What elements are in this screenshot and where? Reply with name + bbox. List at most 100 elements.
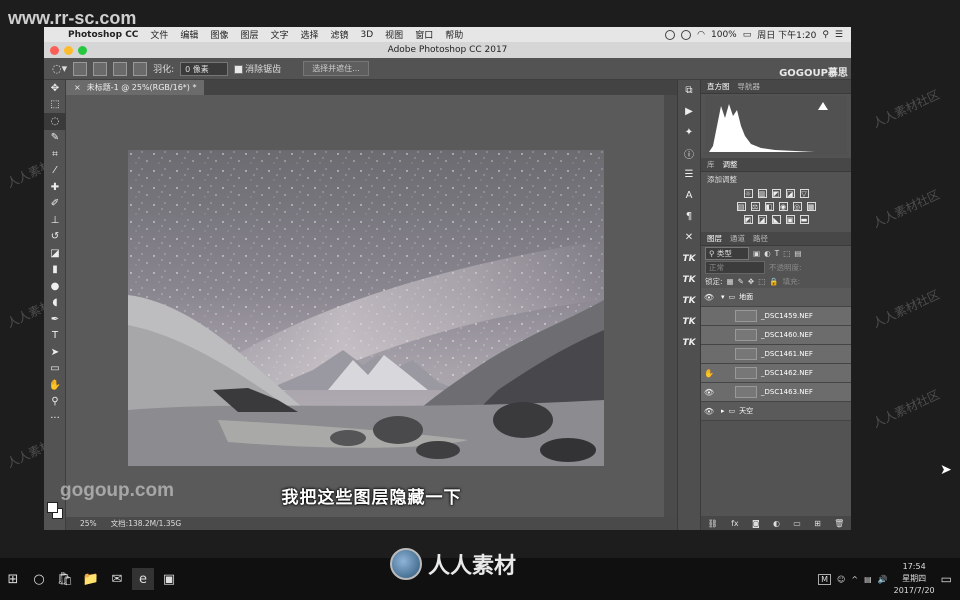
group-expand-chevron-icon[interactable]: ▾ (721, 293, 725, 301)
foreground-color-swatch[interactable] (47, 502, 58, 513)
layer-group-sky[interactable]: 👁 ▸ ▭ 天空 (701, 402, 851, 421)
menubar-clock[interactable]: 周日 下午1:20 (757, 28, 816, 41)
layer-kind-filter[interactable]: ⚲ 类型 (705, 246, 749, 260)
actions-panel-icon[interactable]: ▶ (678, 101, 700, 122)
cortana-icon[interactable]: ○ (28, 568, 50, 590)
menu-select[interactable]: 选择 (294, 28, 324, 41)
filter-smart-icon[interactable]: ▤ (794, 249, 801, 258)
menu-image[interactable]: 图像 (204, 28, 234, 41)
brush-tool-icon[interactable]: ✐ (44, 196, 66, 213)
tk-panel-5-icon[interactable]: TK (678, 332, 700, 353)
network-icon[interactable]: ▤ (864, 575, 872, 584)
quick-select-tool-icon[interactable]: ✎ (44, 130, 66, 147)
stamp-tool-icon[interactable]: ⊥ (44, 212, 66, 229)
posterize-icon[interactable]: ◪ (757, 215, 767, 224)
tab-navigator[interactable]: 导航器 (738, 81, 761, 92)
wifi-icon[interactable]: ◠ (697, 30, 705, 40)
filter-pixel-icon[interactable]: ▣ (753, 249, 760, 258)
eyedropper-tool-icon[interactable]: ⁄ (44, 163, 66, 180)
menu-window[interactable]: 窗口 (409, 28, 439, 41)
new-layer-icon[interactable]: ⊞ (814, 519, 821, 528)
record-icon[interactable] (665, 29, 676, 40)
layer-row[interactable]: _DSC1460.NEF (701, 326, 851, 345)
dodge-tool-icon[interactable]: ◖ (44, 295, 66, 312)
zoom-tool-icon[interactable]: ⚲ (44, 394, 66, 411)
tab-channels[interactable]: 通道 (730, 233, 745, 244)
gradient-map-icon[interactable]: ▬ (799, 215, 809, 224)
tab-adjustments[interactable]: 调整 (723, 159, 738, 170)
ime-indicator[interactable]: M (818, 573, 832, 585)
black-white-icon[interactable]: ◧ (764, 202, 774, 211)
info-panel-icon[interactable]: ⓘ (678, 143, 700, 164)
eye-status-icon[interactable] (681, 29, 692, 40)
lock-image-icon[interactable]: ✎ (738, 277, 744, 286)
lock-pixels-icon[interactable]: ▦ (727, 277, 734, 286)
vertical-scrollbar[interactable] (664, 95, 677, 517)
notification-center-icon[interactable]: ☰ (835, 30, 843, 40)
antialias-checkbox[interactable]: 消除锯齿 (234, 62, 281, 75)
tab-layers[interactable]: 图层 (707, 233, 722, 244)
store-icon[interactable]: 🛍 (54, 568, 76, 590)
select-and-mask-button[interactable]: 选择并遮住... (303, 61, 369, 76)
zoom-window-button[interactable] (78, 45, 87, 55)
file-explorer-icon[interactable]: 📁 (80, 568, 102, 590)
tk-panel-3-icon[interactable]: TK (678, 290, 700, 311)
shape-tool-icon[interactable]: ▭ (44, 361, 66, 378)
pen-tool-icon[interactable]: ✒ (44, 311, 66, 328)
spotlight-icon[interactable]: ⚲ (822, 30, 829, 40)
visibility-eye-icon[interactable]: 👁 (701, 407, 717, 416)
history-brush-icon[interactable]: ↺ (44, 229, 66, 246)
edge-browser-icon[interactable]: e (132, 568, 154, 590)
tk-panel-2-icon[interactable]: TK (678, 269, 700, 290)
tk-panel-4-icon[interactable]: TK (678, 311, 700, 332)
windows-start-icon[interactable]: ⊞ (2, 568, 24, 590)
layer-row[interactable]: _DSC1461.NEF (701, 345, 851, 364)
tab-paths[interactable]: 路径 (753, 233, 768, 244)
character-panel-icon[interactable]: A (678, 185, 700, 206)
photo-filter-icon[interactable]: ◉ (778, 202, 788, 211)
zoom-level[interactable]: 25% (80, 519, 97, 528)
tab-histogram[interactable]: 直方图 (707, 81, 730, 92)
menu-file[interactable]: 文件 (144, 28, 174, 41)
hand-tool-icon[interactable]: ✋ (44, 377, 66, 394)
volume-icon[interactable]: 🔊 (878, 575, 888, 584)
menu-layer[interactable]: 图层 (234, 28, 264, 41)
blur-tool-icon[interactable]: ● (44, 278, 66, 295)
canvas-photo[interactable] (128, 150, 604, 466)
minimize-window-button[interactable] (64, 45, 73, 55)
lasso-tool-icon[interactable]: ◌ (44, 113, 66, 130)
gradient-tool-icon[interactable]: ▮ (44, 262, 66, 279)
threshold-icon[interactable]: ◣ (771, 215, 781, 224)
history-panel-icon[interactable]: ⧉ (678, 80, 700, 101)
menu-filter[interactable]: 滤镜 (325, 28, 355, 41)
lasso-preset-icon[interactable]: ◌▾ (52, 62, 67, 75)
hue-saturation-icon[interactable]: ▤ (736, 202, 746, 211)
move-tool-icon[interactable]: ✥ (44, 80, 66, 97)
tray-app-icon[interactable]: ☺ (837, 575, 845, 584)
eraser-tool-icon[interactable]: ◪ (44, 245, 66, 262)
vibrance-icon[interactable]: ▽ (799, 189, 809, 198)
crop-tool-icon[interactable]: ⌗ (44, 146, 66, 163)
layer-group-ground[interactable]: 👁 ▾ ▭ 地面 (701, 288, 851, 307)
group-expand-chevron-icon[interactable]: ▸ (721, 407, 725, 415)
brush-panel-icon[interactable]: ✦ (678, 122, 700, 143)
menu-3d[interactable]: 3D (355, 30, 380, 40)
lock-position-icon[interactable]: ✥ (748, 277, 754, 286)
document-tab[interactable]: × 未标题-1 @ 25%(RGB/16*) * (66, 80, 206, 95)
paragraph-panel-icon[interactable]: ¶ (678, 206, 700, 227)
visibility-eye-icon[interactable]: 👁 (701, 293, 717, 302)
mail-icon[interactable]: ✉ (106, 568, 128, 590)
taskbar-clock[interactable]: 17:54 星期四 2017/7/20 (894, 561, 935, 597)
menu-type[interactable]: 文字 (264, 28, 294, 41)
app-icon[interactable]: ▣ (158, 568, 180, 590)
channel-mixer-icon[interactable]: ◎ (792, 202, 802, 211)
tray-chevron-icon[interactable]: ^ (851, 575, 858, 584)
exposure-icon[interactable]: ◪ (785, 189, 795, 198)
adjustment-layer-icon[interactable]: ◐ (773, 519, 780, 528)
color-lookup-icon[interactable]: ▦ (806, 202, 816, 211)
visibility-eye-icon[interactable]: 👁 (701, 388, 717, 397)
new-group-icon[interactable]: ▭ (793, 519, 801, 528)
blend-mode-select[interactable]: 正常 (705, 260, 765, 274)
marquee-tool-icon[interactable]: ⬚ (44, 97, 66, 114)
type-tool-icon[interactable]: T (44, 328, 66, 345)
